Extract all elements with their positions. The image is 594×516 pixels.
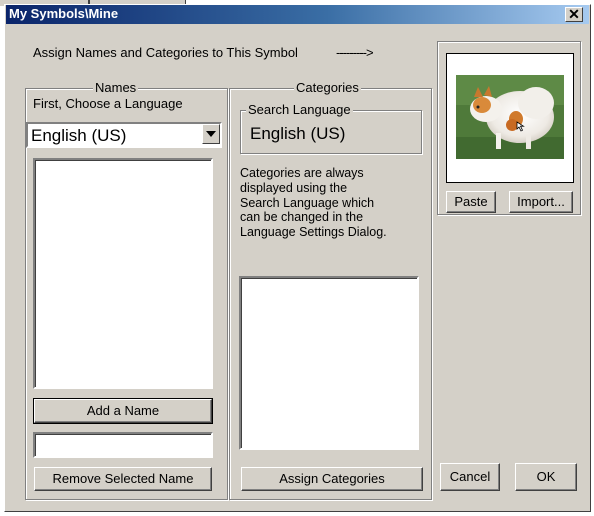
close-icon: ✕ bbox=[568, 6, 580, 22]
info-line: can be changed in the bbox=[240, 210, 364, 225]
window-title: My Symbols\Mine bbox=[9, 6, 119, 21]
cancel-button[interactable]: Cancel bbox=[440, 463, 500, 491]
remove-selected-name-button[interactable]: Remove Selected Name bbox=[34, 467, 212, 491]
info-line: displayed using the bbox=[240, 180, 348, 195]
search-language-value: English (US) bbox=[250, 124, 346, 143]
assign-arrow: ---------> bbox=[336, 45, 374, 60]
language-dropdown[interactable]: English (US) bbox=[26, 122, 222, 148]
search-language-title: Search Language bbox=[246, 102, 353, 117]
pomeranian-dog-photo bbox=[456, 75, 564, 159]
ok-button-label: OK bbox=[536, 469, 556, 484]
close-button[interactable]: ✕ bbox=[565, 7, 583, 22]
remove-button-label: Remove Selected Name bbox=[52, 471, 194, 486]
paste-button-label: Paste bbox=[454, 194, 488, 209]
assign-instruction: Assign Names and Categories to This Symb… bbox=[33, 45, 298, 60]
import-button-label: Import... bbox=[517, 194, 565, 209]
assign-categories-button[interactable]: Assign Categories bbox=[241, 467, 423, 491]
categories-info-text: Categories are always displayed using th… bbox=[240, 166, 425, 240]
info-line: Language Settings Dialog. bbox=[240, 225, 387, 240]
chevron-down-icon bbox=[206, 131, 216, 137]
categories-listbox[interactable] bbox=[239, 276, 419, 450]
cancel-button-label: Cancel bbox=[449, 469, 491, 484]
categories-group-title: Categories bbox=[294, 80, 361, 95]
info-line: Search Language which bbox=[240, 195, 375, 210]
paste-button[interactable]: Paste bbox=[446, 191, 496, 213]
assign-categories-label: Assign Categories bbox=[279, 471, 385, 486]
choose-language-label: First, Choose a Language bbox=[33, 96, 183, 111]
names-group-title: Names bbox=[93, 80, 139, 95]
import-button[interactable]: Import... bbox=[509, 191, 573, 213]
add-name-button-label: Add a Name bbox=[86, 403, 160, 418]
add-name-button[interactable]: Add a Name bbox=[33, 398, 213, 424]
names-listbox[interactable] bbox=[33, 158, 213, 389]
language-dropdown-value: English (US) bbox=[31, 126, 127, 145]
dog-photo-image bbox=[456, 75, 564, 159]
ok-button[interactable]: OK bbox=[515, 463, 577, 491]
info-line: Categories are always bbox=[240, 166, 364, 180]
preview-frame bbox=[446, 53, 574, 183]
name-input[interactable] bbox=[33, 432, 213, 458]
dropdown-arrow-button[interactable] bbox=[202, 124, 220, 144]
